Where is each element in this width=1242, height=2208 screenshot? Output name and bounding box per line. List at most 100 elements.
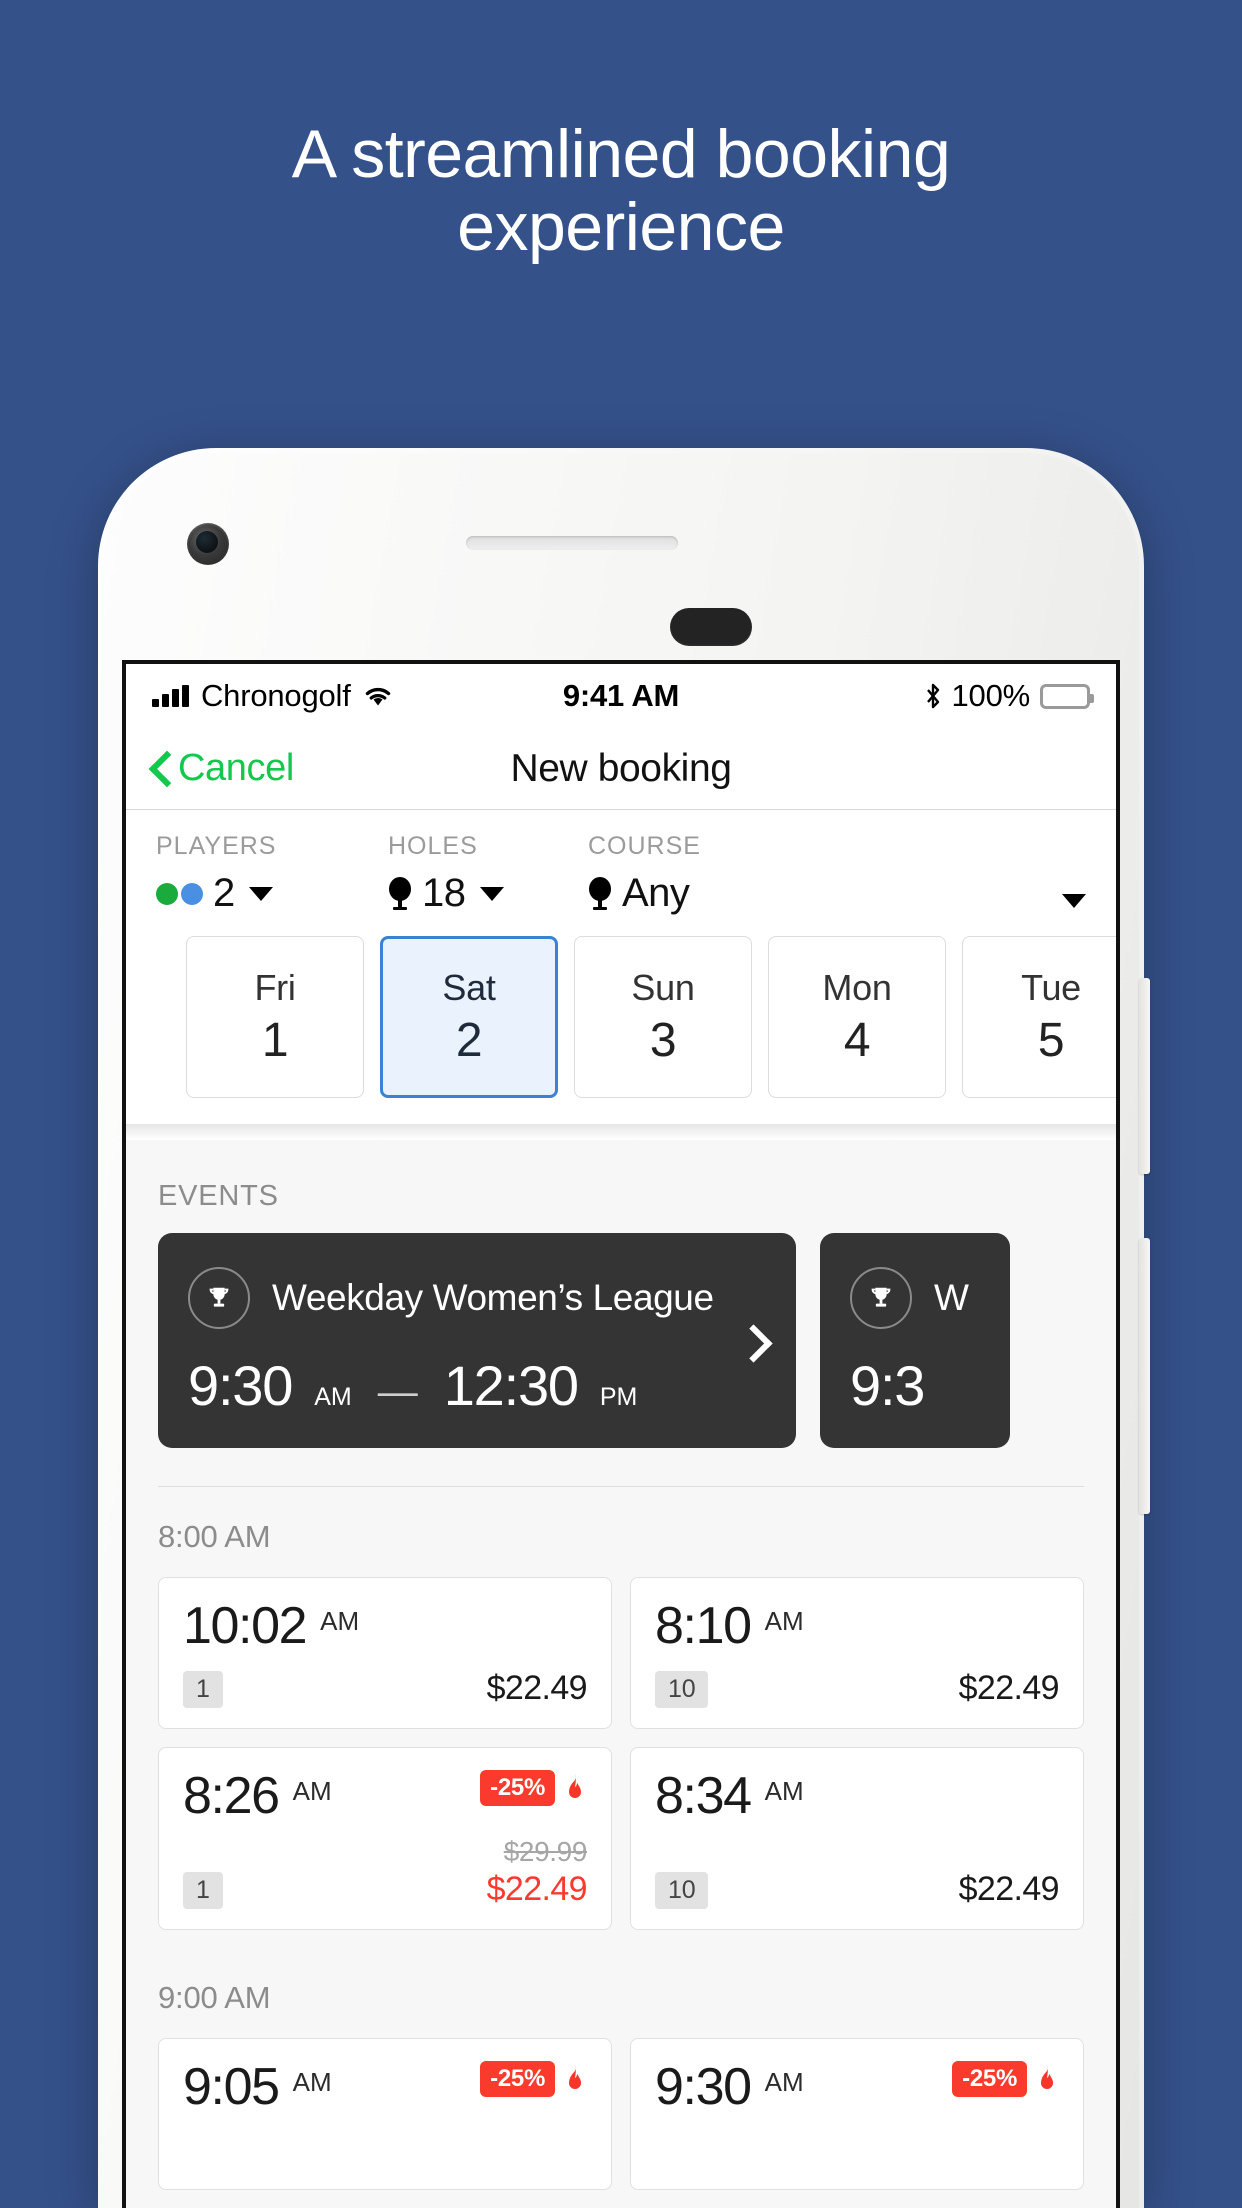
date-chip-dow: Sun bbox=[631, 966, 695, 1008]
tee-time-card[interactable]: 8:10 AM 10 $22.49 bbox=[630, 1577, 1084, 1729]
flame-icon bbox=[1035, 2064, 1059, 2094]
status-bar-left: Chronogolf bbox=[152, 678, 393, 714]
tee-promo: -25% bbox=[952, 2061, 1059, 2097]
filter-players-value: 2 bbox=[213, 871, 235, 915]
date-chip-tue[interactable]: Tue 5 bbox=[962, 936, 1116, 1098]
volume-up-button[interactable] bbox=[1139, 978, 1150, 1174]
filter-course-value: Any bbox=[622, 871, 690, 915]
event-card-header: Weekday Women’s League bbox=[188, 1267, 766, 1329]
filter-holes-label: HOLES bbox=[388, 832, 478, 860]
front-camera-icon bbox=[187, 523, 229, 565]
discount-badge: -25% bbox=[480, 2061, 555, 2097]
events-carousel[interactable]: Weekday Women’s League 9:30 AM — 12:30 PM W 9:3 bbox=[126, 1233, 1116, 1448]
carrier-label: Chronogolf bbox=[201, 678, 351, 713]
slot-count-badge: 10 bbox=[655, 1671, 709, 1708]
caret-down-icon bbox=[1062, 893, 1086, 908]
current-price: $22.49 bbox=[958, 1870, 1060, 1908]
event-time-dash: — bbox=[377, 1370, 418, 1414]
tee-time-card[interactable]: 8:26 AM -25% 1 $29.99 $22.49 bbox=[158, 1747, 612, 1930]
discount-badge: -25% bbox=[480, 1770, 555, 1806]
date-chip-dow: Mon bbox=[822, 966, 892, 1008]
tee-time: 9:05 bbox=[183, 2058, 280, 2116]
phone-mockup: Chronogolf 9:41 AM 100% Cancel New booki… bbox=[98, 448, 1150, 2208]
booking-content: EVENTS Weekday Women’s League 9:30 AM — 12:3… bbox=[126, 1140, 1116, 2208]
date-chip-sat[interactable]: Sat 2 bbox=[380, 936, 558, 1098]
filter-holes[interactable]: HOLES 18 bbox=[388, 832, 588, 916]
date-chip-dow: Tue bbox=[1021, 966, 1081, 1008]
tee-time-group-label: 9:00 AM bbox=[158, 1980, 271, 2015]
date-chip-sun[interactable]: Sun 3 bbox=[574, 936, 752, 1098]
event-end-time: 12:30 bbox=[443, 1354, 579, 1417]
tee-time-meridiem: AM bbox=[764, 1606, 804, 1636]
tee-card-top: 9:30 AM -25% bbox=[655, 2061, 1059, 2113]
players-dots-icon bbox=[156, 882, 203, 905]
tee-time: 8:26 bbox=[183, 1767, 280, 1825]
event-time-range: 9:30 AM — 12:30 PM bbox=[188, 1353, 766, 1418]
cancel-button-label: Cancel bbox=[178, 747, 294, 789]
tee-card-top: 10:02 AM bbox=[183, 1600, 587, 1652]
date-chip-mon[interactable]: Mon 4 bbox=[768, 936, 946, 1098]
tee-time: 9:30 bbox=[655, 2058, 752, 2116]
filter-bar: PLAYERS 2 HOLES 18 COURSE Any Fri 1 Sat … bbox=[126, 810, 1116, 1124]
tee-price-block: $22.49 bbox=[486, 1669, 588, 1708]
slot-count-badge: 1 bbox=[183, 1872, 223, 1909]
trophy-icon bbox=[850, 1267, 912, 1329]
current-price: $22.49 bbox=[486, 1669, 588, 1707]
filter-holes-value-row: 18 bbox=[388, 871, 588, 916]
tee-price-block: $22.49 bbox=[959, 1669, 1060, 1708]
filter-players-label: PLAYERS bbox=[156, 832, 277, 860]
tee-time-card[interactable]: 9:05 AM -25% bbox=[158, 2038, 612, 2190]
golf-tee-icon bbox=[388, 876, 412, 911]
flame-icon bbox=[563, 2064, 587, 2094]
golf-tee-icon bbox=[588, 876, 612, 911]
event-title: Weekday Women’s League bbox=[272, 1277, 714, 1318]
chevron-right-icon[interactable] bbox=[740, 1323, 762, 1359]
tee-time: 10:02 bbox=[183, 1597, 308, 1655]
events-section-label: EVENTS bbox=[158, 1180, 279, 1212]
event-start-time: 9:3 bbox=[850, 1354, 925, 1417]
tee-card-top: 8:10 AM bbox=[655, 1600, 1059, 1652]
tee-time-meridiem: AM bbox=[764, 2067, 804, 2097]
tee-time-row: 8:26 AM -25% 1 $29.99 $22.49 8:34 AM 10 $22.49 bbox=[126, 1747, 1116, 1948]
event-card[interactable]: Weekday Women’s League 9:30 AM — 12:30 PM bbox=[158, 1233, 796, 1448]
discount-badge: -25% bbox=[952, 2061, 1027, 2097]
signal-bars-icon bbox=[152, 685, 189, 707]
filter-players[interactable]: PLAYERS 2 bbox=[156, 832, 388, 916]
tee-time-group-label: 8:00 AM bbox=[158, 1519, 271, 1554]
headline-line-2: experience bbox=[457, 189, 785, 266]
date-selector[interactable]: Fri 1 Sat 2 Sun 3 Mon 4 Tue 5 bbox=[156, 916, 1116, 1124]
slot-count-badge: 10 bbox=[655, 1872, 709, 1909]
tee-time-card[interactable]: 8:34 AM 10 $22.49 bbox=[630, 1747, 1084, 1930]
tee-time-meridiem: AM bbox=[292, 1776, 332, 1806]
tee-time-meridiem: AM bbox=[764, 1776, 804, 1806]
battery-percent-label: 100% bbox=[951, 678, 1031, 713]
date-chip-fri[interactable]: Fri 1 bbox=[186, 936, 364, 1098]
event-card-header: W bbox=[850, 1267, 980, 1329]
tee-card-bottom: 10 $22.49 bbox=[655, 1669, 1060, 1708]
headline-line-1: A streamlined booking bbox=[291, 116, 951, 192]
bluetooth-icon bbox=[924, 683, 942, 709]
slot-count-badge: 1 bbox=[183, 1671, 223, 1708]
flame-icon bbox=[563, 1773, 587, 1803]
event-end-meridiem: PM bbox=[599, 1383, 638, 1411]
tee-time-groups: 8:00 AM 10:02 AM 1 $22.49 8:10 AM 10 $22.49 8:26 A… bbox=[126, 1487, 1116, 2208]
tee-card-bottom: 10 $22.49 bbox=[655, 1870, 1060, 1909]
tee-card-top: 8:26 AM -25% bbox=[183, 1770, 587, 1822]
earpiece-speaker bbox=[466, 536, 678, 550]
event-start-time: 9:30 bbox=[188, 1354, 293, 1417]
phone-screen: Chronogolf 9:41 AM 100% Cancel New booki… bbox=[122, 660, 1120, 2208]
section-divider bbox=[126, 1124, 1116, 1140]
tee-time-card[interactable]: 9:30 AM -25% bbox=[630, 2038, 1084, 2190]
tee-price-block: $29.99 $22.49 bbox=[487, 1836, 588, 1909]
battery-full-icon bbox=[1040, 683, 1094, 709]
filter-course[interactable]: COURSE Any bbox=[588, 832, 1086, 916]
tee-promo: -25% bbox=[480, 1770, 587, 1806]
cancel-button[interactable]: Cancel bbox=[150, 747, 294, 790]
volume-down-button[interactable] bbox=[1139, 1238, 1150, 1514]
tee-time: 8:10 bbox=[655, 1597, 752, 1655]
event-card[interactable]: W 9:3 bbox=[820, 1233, 1010, 1448]
status-bar-right: 100% bbox=[924, 678, 1094, 714]
caret-down-icon bbox=[248, 886, 273, 901]
tee-time: 8:34 bbox=[655, 1767, 752, 1825]
tee-time-card[interactable]: 10:02 AM 1 $22.49 bbox=[158, 1577, 612, 1729]
